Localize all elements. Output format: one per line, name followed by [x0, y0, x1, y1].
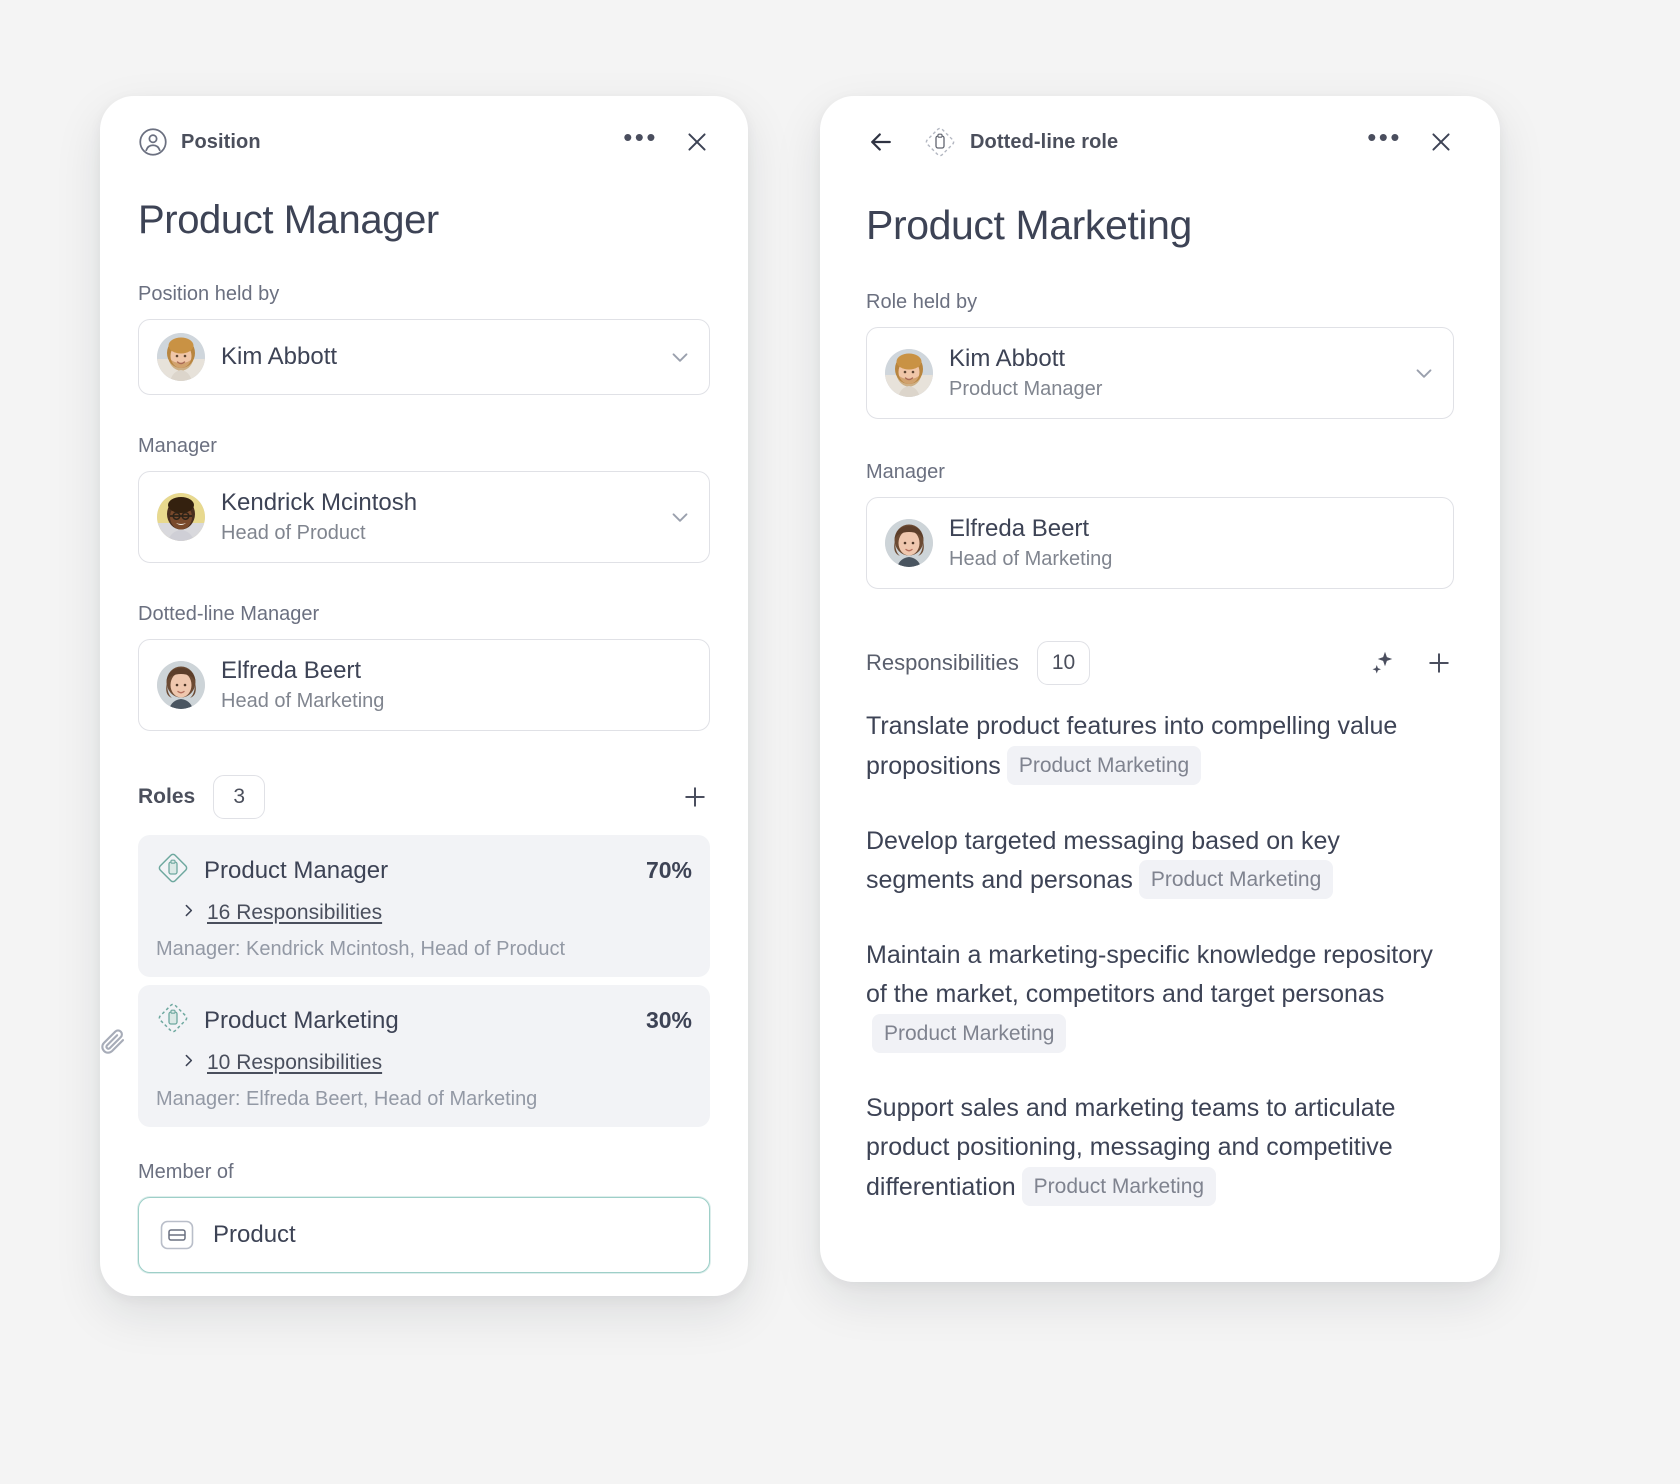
right-panel-topbar: Dotted-line role •••	[866, 96, 1454, 188]
responsibilities-list: Translate product features into compelli…	[866, 707, 1454, 1207]
screen: Position ••• Product Manager Position he…	[0, 0, 1680, 1484]
status-badge: Product Marketing	[872, 1013, 1067, 1053]
page-title: Product Marketing	[866, 202, 1192, 248]
status-badge: Product Marketing	[1006, 745, 1202, 785]
person-info: Elfreda Beert Head of Marketing	[221, 656, 693, 714]
person-info: Kendrick Mcintosh Head of Product	[221, 488, 651, 546]
panel-type-label: Dotted-line role	[970, 130, 1119, 153]
person-name: Kendrick Mcintosh	[221, 489, 418, 516]
responsibility-text: Maintain a marketing-specific knowledge …	[866, 941, 1433, 1008]
left-panel-topbar: Position •••	[138, 96, 710, 188]
person-name: Kim Abbott	[221, 343, 338, 370]
avatar	[157, 333, 205, 381]
role-name: Product Manager	[204, 856, 389, 884]
position-detail-panel: Position ••• Product Manager Position he…	[100, 96, 748, 1296]
person-info: Elfreda Beert Head of Marketing	[949, 514, 1437, 572]
role-responsibilities-label: 10 Responsibilities	[207, 1051, 383, 1074]
responsibilities-section-header: Responsibilities 10	[866, 641, 1454, 685]
chevron-right-icon	[180, 1052, 197, 1074]
role-manager-line: Manager: Kendrick Mcintosh, Head of Prod…	[156, 938, 566, 960]
manager-label: Manager	[866, 461, 945, 483]
status-badge: Product Marketing	[1138, 860, 1334, 900]
dotted-role-diamond-icon	[156, 1001, 190, 1040]
role-name: Product Marketing	[204, 1006, 399, 1034]
avatar	[885, 519, 933, 567]
avatar	[157, 661, 205, 709]
person-subtitle: Head of Marketing	[221, 690, 385, 712]
person-subtitle: Head of Marketing	[949, 548, 1113, 570]
dotted-line-role-detail-panel: Dotted-line role ••• Product Marketing R…	[820, 96, 1500, 1282]
person-name: Kim Abbott	[949, 345, 1066, 372]
position-held-by-label: Position held by	[138, 283, 280, 305]
roles-section-header: Roles 3	[138, 775, 710, 819]
manager-select[interactable]: Kendrick Mcintosh Head of Product	[138, 471, 710, 563]
person-circle-icon	[138, 127, 168, 157]
role-percent: 70%	[645, 857, 692, 883]
dotted-line-manager-label: Dotted-line Manager	[138, 603, 320, 625]
person-info: Kim Abbott Product Manager	[949, 344, 1395, 402]
responsibilities-count-chip: 10	[1036, 641, 1091, 685]
list-item[interactable]: Translate product features into compelli…	[866, 707, 1454, 786]
team-card-icon	[157, 1215, 197, 1255]
dotted-role-diamond-icon	[923, 125, 957, 159]
add-role-button[interactable]	[680, 782, 710, 812]
role-diamond-icon	[156, 851, 190, 890]
person-name: Elfreda Beert	[221, 657, 362, 684]
manager-label: Manager	[138, 435, 217, 457]
paperclip-icon	[100, 1027, 128, 1062]
roles-count-chip: 3	[213, 775, 266, 819]
chevron-right-icon	[180, 902, 197, 924]
person-subtitle: Head of Product	[221, 522, 366, 544]
position-held-by-select[interactable]: Kim Abbott	[138, 319, 710, 395]
close-icon[interactable]	[684, 129, 710, 155]
member-of-label: Member of	[138, 1161, 234, 1183]
list-item[interactable]: Maintain a marketing-specific knowledge …	[866, 936, 1454, 1053]
roles-title: Roles	[138, 785, 196, 808]
chevron-down-icon[interactable]	[667, 344, 693, 370]
member-of-value: Product	[213, 1221, 296, 1248]
role-card[interactable]: Product Marketing 30% 10 Responsibilitie…	[101, 985, 710, 1127]
arrow-left-icon[interactable]	[866, 127, 896, 157]
more-horizontal-icon[interactable]: •••	[1367, 124, 1402, 152]
dotted-line-manager-select[interactable]: Elfreda Beert Head of Marketing	[138, 639, 710, 731]
avatar	[885, 349, 933, 397]
role-percent: 30%	[645, 1007, 692, 1033]
member-of-select[interactable]: Product	[138, 1197, 710, 1273]
page-title: Product Manager	[138, 198, 439, 242]
list-item[interactable]: Support sales and marketing teams to art…	[866, 1089, 1454, 1206]
panel-type-label: Position	[181, 130, 261, 153]
avatar	[157, 493, 205, 541]
person-subtitle: Product Manager	[949, 378, 1103, 400]
status-badge: Product Marketing	[1021, 1166, 1217, 1206]
person-name: Elfreda Beert	[949, 515, 1090, 542]
role-responsibilities-link[interactable]: 16 Responsibilities	[180, 901, 692, 925]
add-responsibility-button[interactable]	[1424, 648, 1454, 678]
role-card[interactable]: Product Manager 70% 16 Responsibilities …	[138, 835, 710, 977]
close-icon[interactable]	[1428, 129, 1454, 155]
role-responsibilities-label: 16 Responsibilities	[207, 901, 383, 924]
manager-select[interactable]: Elfreda Beert Head of Marketing	[866, 497, 1454, 589]
more-horizontal-icon[interactable]: •••	[623, 124, 658, 152]
role-held-by-label: Role held by	[866, 291, 978, 313]
sparkles-icon[interactable]	[1368, 648, 1398, 678]
chevron-down-icon[interactable]	[1411, 360, 1437, 386]
person-info: Kim Abbott	[221, 342, 651, 372]
role-manager-line: Manager: Elfreda Beert, Head of Marketin…	[156, 1088, 538, 1110]
role-responsibilities-link[interactable]: 10 Responsibilities	[180, 1051, 692, 1075]
chevron-down-icon[interactable]	[667, 504, 693, 530]
role-held-by-select[interactable]: Kim Abbott Product Manager	[866, 327, 1454, 419]
list-item[interactable]: Develop targeted messaging based on key …	[866, 822, 1454, 901]
responsibilities-title: Responsibilities	[866, 650, 1019, 675]
